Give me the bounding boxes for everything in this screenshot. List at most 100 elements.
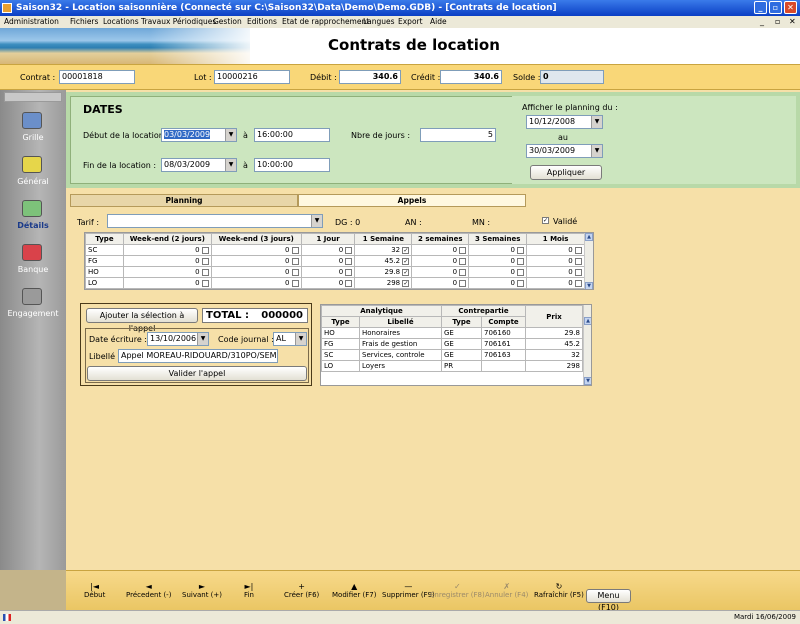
child-close-icon[interactable]: ✕ [789, 17, 796, 27]
debut-time-field[interactable]: 16:00:00 [254, 128, 330, 142]
annuler-button[interactable]: ✗ Annuler (F4) [485, 582, 528, 599]
column-header[interactable]: Type [441, 316, 482, 328]
table-row[interactable]: HO Honoraires GE 706160 29.8 [321, 327, 583, 339]
suivant-button[interactable]: ► Suivant (+) [182, 582, 222, 599]
scroll-up-icon[interactable]: ▲ [584, 317, 591, 325]
dropdown-arrow-icon[interactable]: ▼ [311, 215, 322, 227]
sidebar-item-general[interactable]: Général [0, 156, 66, 204]
checkbox[interactable] [291, 257, 299, 265]
checkbox[interactable] [459, 279, 467, 287]
modifier-button[interactable]: ▲ Modifier (F7) [332, 582, 376, 599]
debut-date-select[interactable]: 03/03/2009 ▼ [161, 128, 237, 142]
scroll-down-icon[interactable]: ▼ [584, 377, 591, 385]
checkbox[interactable] [345, 279, 353, 287]
code-journal-select[interactable]: AL ▼ [273, 332, 307, 346]
column-header[interactable]: Prix [525, 305, 583, 328]
checkbox[interactable] [201, 257, 209, 265]
debut-button[interactable]: |◄ Début [84, 582, 105, 599]
checkbox-checked[interactable]: ✓ [402, 257, 410, 265]
tarif-select[interactable]: ▼ [107, 214, 323, 228]
sidebar-item-banque[interactable]: Banque [0, 244, 66, 292]
column-header[interactable]: Compte [481, 316, 526, 328]
tab-appels[interactable]: Appels [298, 194, 526, 207]
menu-administration[interactable]: Administration [4, 17, 59, 27]
checkbox[interactable] [575, 268, 582, 276]
enregistrer-button[interactable]: ✓ Enregistrer (F8) [430, 582, 485, 599]
checkbox[interactable] [517, 257, 525, 265]
column-header[interactable]: 3 Semaines [468, 233, 528, 245]
supprimer-button[interactable]: — Supprimer (F9) [382, 582, 435, 599]
valide-checkbox[interactable]: ✓ [542, 217, 549, 224]
menu-travaux-periodiques[interactable]: Travaux Périodiques [141, 17, 216, 27]
column-header[interactable]: Type [85, 233, 124, 245]
checkbox[interactable] [345, 268, 353, 276]
column-header[interactable]: Libellé [359, 316, 442, 328]
checkbox[interactable] [575, 279, 582, 287]
tab-planning[interactable]: Planning [70, 194, 298, 207]
table-row[interactable]: SC Services, controle GE 706163 32 [321, 349, 583, 361]
table-row[interactable]: HO 0 0 0 29.8 ✓ 0 0 0 [85, 266, 585, 278]
dropdown-arrow-icon[interactable]: ▼ [591, 116, 602, 128]
checkbox-checked[interactable]: ✓ [402, 268, 410, 276]
checkbox[interactable] [575, 257, 582, 265]
menu-editions[interactable]: Editions [247, 17, 277, 27]
menu-fichiers[interactable]: Fichiers [70, 17, 98, 27]
table-row[interactable]: LO Loyers PR 298 [321, 360, 583, 372]
rafraichir-button[interactable]: ↻ Rafraîchir (F5) [534, 582, 584, 599]
menu-button[interactable]: Menu (F10) [586, 589, 631, 612]
sidebar-item-grille[interactable]: Grille [0, 112, 66, 160]
fin-date-select[interactable]: 08/03/2009 ▼ [161, 158, 237, 172]
column-header[interactable]: 1 Mois [526, 233, 585, 245]
date-ecriture-select[interactable]: 13/10/2006 ▼ [147, 332, 209, 346]
dropdown-arrow-icon[interactable]: ▼ [197, 333, 208, 345]
table-row[interactable]: SC 0 0 0 32 ✓ 0 0 0 [85, 244, 585, 256]
table-row[interactable]: LO 0 0 0 298 ✓ 0 0 0 [85, 277, 585, 289]
menu-aide[interactable]: Aide [430, 17, 447, 27]
checkbox-checked[interactable]: ✓ [402, 246, 410, 254]
checkbox[interactable] [459, 246, 467, 254]
child-restore-icon[interactable]: ▫ [775, 17, 780, 27]
libelle-field[interactable]: Appel MOREAU-RIDOUARD/310PO/SEM 10 [118, 349, 278, 363]
accounts-scrollbar[interactable]: ▲ ▼ [583, 305, 591, 385]
checkbox[interactable] [201, 279, 209, 287]
table-row[interactable]: FG Frais de gestion GE 706161 45.2 [321, 338, 583, 350]
lot-field[interactable]: 10000216 [214, 70, 290, 84]
add-selection-button[interactable]: Ajouter la sélection à l'appel [86, 308, 198, 333]
close-button[interactable]: ✕ [784, 1, 797, 14]
column-header[interactable]: Type [321, 316, 360, 328]
checkbox[interactable] [517, 246, 525, 254]
fin-time-field[interactable]: 10:00:00 [254, 158, 330, 172]
minimize-button[interactable]: _ [754, 1, 767, 14]
column-header[interactable]: Week-end (2 jours) [122, 233, 212, 245]
fin-button[interactable]: ►| Fin [244, 582, 254, 599]
column-header[interactable]: Week-end (3 jours) [210, 233, 302, 245]
checkbox[interactable] [459, 257, 467, 265]
dropdown-arrow-icon[interactable]: ▼ [295, 333, 306, 345]
checkbox[interactable] [345, 246, 353, 254]
restore-button[interactable]: ▫ [769, 1, 782, 14]
precedent-button[interactable]: ◄ Précedent (-) [126, 582, 171, 599]
checkbox[interactable] [291, 268, 299, 276]
checkbox-checked[interactable]: ✓ [402, 279, 410, 287]
planning-to-select[interactable]: 30/03/2009 ▼ [526, 144, 603, 158]
dropdown-arrow-icon[interactable]: ▼ [225, 129, 236, 141]
checkbox[interactable] [517, 268, 525, 276]
menu-gestion[interactable]: Gestion [213, 17, 242, 27]
checkbox[interactable] [517, 279, 525, 287]
sidebar-item-engagement[interactable]: Engagement [0, 288, 66, 336]
creer-button[interactable]: + Créer (F6) [284, 582, 319, 599]
scroll-down-icon[interactable]: ▼ [585, 282, 593, 289]
child-minimize-icon[interactable]: _ [760, 17, 764, 27]
menu-export[interactable]: Export [398, 17, 423, 27]
checkbox[interactable] [201, 246, 209, 254]
checkbox[interactable] [345, 257, 353, 265]
sidebar-item-details[interactable]: Détails [0, 200, 66, 248]
planning-from-select[interactable]: 10/12/2008 ▼ [526, 115, 603, 129]
menu-locations[interactable]: Locations [103, 17, 139, 27]
table-row[interactable]: FG 0 0 0 45.2 ✓ 0 0 0 [85, 255, 585, 267]
language-flag-icon[interactable] [3, 614, 11, 621]
column-header[interactable]: 1 Semaine [354, 233, 413, 245]
scroll-up-icon[interactable]: ▲ [585, 233, 593, 241]
checkbox[interactable] [291, 279, 299, 287]
dropdown-arrow-icon[interactable]: ▼ [225, 159, 236, 171]
